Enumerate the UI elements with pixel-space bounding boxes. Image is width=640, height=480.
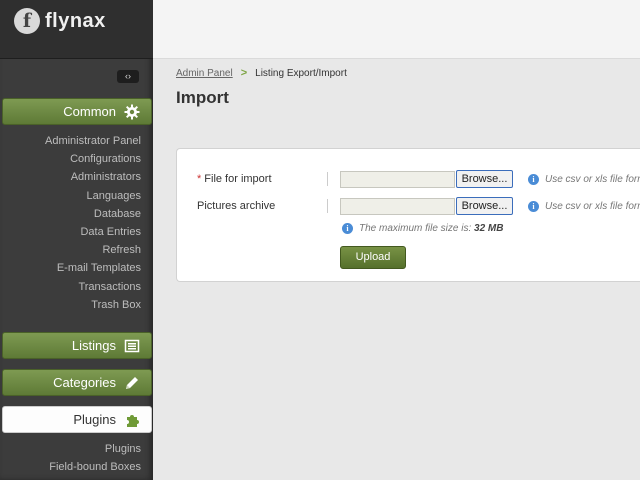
flynax-logo-icon: f	[14, 8, 40, 34]
sidebar-category-common[interactable]: Common	[2, 98, 152, 125]
file-for-import-label-text: File for import	[204, 173, 272, 185]
sidebar-category-label: Common	[63, 104, 116, 119]
breadcrumb: Admin Panel > Listing Export/Import	[176, 67, 347, 79]
breadcrumb-separator-icon: >	[240, 67, 248, 79]
sidebar-category-label: Listings	[71, 338, 116, 353]
logo-text: flynax	[45, 9, 106, 32]
puzzle-icon	[124, 412, 140, 428]
file-for-import-hint: Use csv or xls file form	[545, 173, 640, 185]
import-form-panel: * File for import Browse... i Use csv or …	[176, 148, 640, 282]
sidebar-item-plugins[interactable]: Plugins	[49, 440, 141, 458]
pictures-archive-browse-button[interactable]: Browse...	[456, 197, 513, 215]
info-icon: i	[528, 173, 539, 185]
sidebar-category-categories[interactable]: Categories	[2, 369, 152, 396]
sidebar-item-email-templates[interactable]: E-mail Templates	[45, 259, 141, 277]
sidebar-category-label: Categories	[53, 375, 116, 390]
upload-button[interactable]: Upload	[340, 246, 406, 269]
sidebar-item-trash-box[interactable]: Trash Box	[45, 296, 141, 314]
pictures-archive-row: Pictures archive Browse... i Use csv or …	[177, 196, 640, 216]
sidebar-item-administrator-panel[interactable]: Administrator Panel	[45, 132, 141, 150]
max-file-size-note: i The maximum file size is: 32 MB	[342, 223, 503, 234]
plugins-submenu: Plugins Field-bound Boxes	[49, 440, 141, 476]
max-file-size-text: The maximum file size is: 32 MB	[359, 223, 504, 234]
pencil-icon	[124, 375, 140, 391]
sidebar-item-configurations[interactable]: Configurations	[45, 150, 141, 168]
sidebar: f flynax ‹› Common Administrator Panel C…	[0, 0, 153, 480]
sidebar-item-administrators[interactable]: Administrators	[45, 168, 141, 186]
sidebar-item-data-entries[interactable]: Data Entries	[45, 223, 141, 241]
main-header	[153, 0, 640, 59]
info-icon: i	[342, 223, 353, 234]
pictures-archive-input[interactable]	[340, 197, 455, 215]
sidebar-category-plugins[interactable]: Plugins	[2, 406, 152, 433]
sidebar-item-database[interactable]: Database	[45, 205, 141, 223]
page-title: Import	[176, 88, 229, 107]
info-icon: i	[528, 200, 539, 212]
sidebar-item-refresh[interactable]: Refresh	[45, 241, 141, 259]
required-mark: *	[197, 173, 202, 185]
field-divider	[327, 172, 328, 186]
breadcrumb-current: Listing Export/Import	[255, 67, 347, 79]
sidebar-item-transactions[interactable]: Transactions	[45, 278, 141, 296]
sidebar-category-label: Plugins	[73, 412, 116, 427]
max-file-size-value: 32 MB	[474, 223, 504, 234]
gear-icon	[124, 104, 140, 120]
file-for-import-browse-button[interactable]: Browse...	[456, 170, 513, 188]
sidebar-item-languages[interactable]: Languages	[45, 187, 141, 205]
breadcrumb-admin-panel-link[interactable]: Admin Panel	[176, 68, 233, 79]
sidebar-item-field-bound-boxes[interactable]: Field-bound Boxes	[49, 458, 141, 476]
sidebar-category-listings[interactable]: Listings	[2, 332, 152, 359]
file-for-import-input[interactable]	[340, 170, 455, 188]
pictures-archive-hint: Use csv or xls file form	[545, 200, 640, 212]
sidebar-toggle-button[interactable]: ‹›	[117, 70, 139, 83]
listings-icon	[124, 338, 140, 354]
pictures-archive-label: Pictures archive	[197, 200, 276, 212]
sidebar-header: f flynax	[0, 0, 153, 59]
file-for-import-label: * File for import	[197, 173, 272, 185]
common-submenu: Administrator Panel Configurations Admin…	[45, 132, 141, 314]
file-for-import-row: * File for import Browse... i Use csv or …	[177, 169, 640, 189]
main-content: Admin Panel > Listing Export/Import Impo…	[153, 0, 640, 480]
logo[interactable]: f flynax	[14, 8, 106, 34]
field-divider	[327, 199, 328, 213]
